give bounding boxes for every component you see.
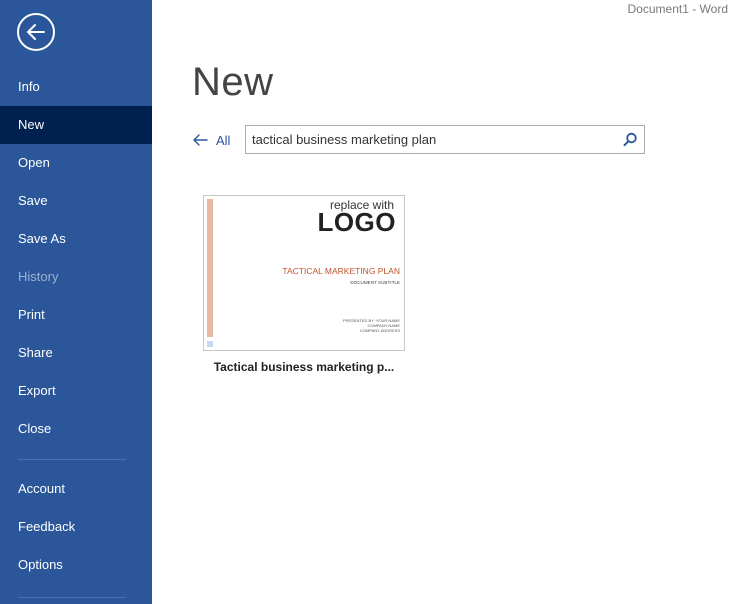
- back-to-all-label: All: [216, 132, 231, 148]
- window-title: Document1 - Word: [627, 2, 728, 16]
- search-button[interactable]: [616, 126, 644, 153]
- thumbnail-company-address: COMPANY ADDRESS: [359, 328, 400, 333]
- thumbnail-doc-subtitle: DOCUMENT SUBTITLE: [350, 280, 400, 285]
- nav-options[interactable]: Options: [0, 546, 152, 584]
- back-button[interactable]: [17, 13, 55, 51]
- nav-save-as[interactable]: Save As: [0, 220, 152, 258]
- nav-share[interactable]: Share: [0, 334, 152, 372]
- arrow-left-icon: [27, 24, 45, 40]
- nav-save[interactable]: Save: [0, 182, 152, 220]
- page-title: New: [192, 60, 274, 104]
- template-card[interactable]: replace with LOGO TACTICAL MARKETING PLA…: [203, 195, 405, 377]
- back-to-all-link[interactable]: All: [192, 131, 230, 149]
- template-search-input[interactable]: [246, 126, 616, 153]
- nav-history: History: [18, 269, 59, 284]
- backstage-sidebar: Info New Open Save Save As History Print…: [0, 0, 152, 604]
- nav-open[interactable]: Open: [0, 144, 152, 182]
- arrow-left-icon: [193, 134, 208, 146]
- nav-info[interactable]: Info: [0, 68, 152, 106]
- thumbnail-presenter-block: PRESENTED BY: YOUR NAME COMPANY NAME COM…: [343, 318, 400, 333]
- nav-export[interactable]: Export: [0, 372, 152, 410]
- nav-divider: [18, 459, 126, 460]
- template-name: Tactical business marketing p...: [213, 360, 395, 374]
- thumbnail-doc-title: TACTICAL MARKETING PLAN: [282, 266, 400, 276]
- nav-close[interactable]: Close: [0, 410, 152, 448]
- nav-divider-bottom: [18, 597, 126, 598]
- nav-feedback[interactable]: Feedback: [0, 508, 152, 546]
- thumbnail-accent-square: [207, 341, 213, 347]
- nav-account[interactable]: Account: [0, 470, 152, 508]
- template-thumbnail: replace with LOGO TACTICAL MARKETING PLA…: [203, 195, 405, 351]
- search-icon: [623, 132, 637, 147]
- template-search-box: [245, 125, 645, 154]
- nav-new[interactable]: New: [0, 106, 152, 144]
- thumbnail-accent-bar: [207, 199, 213, 337]
- thumbnail-logo: LOGO: [317, 207, 396, 237]
- nav-print[interactable]: Print: [0, 296, 152, 334]
